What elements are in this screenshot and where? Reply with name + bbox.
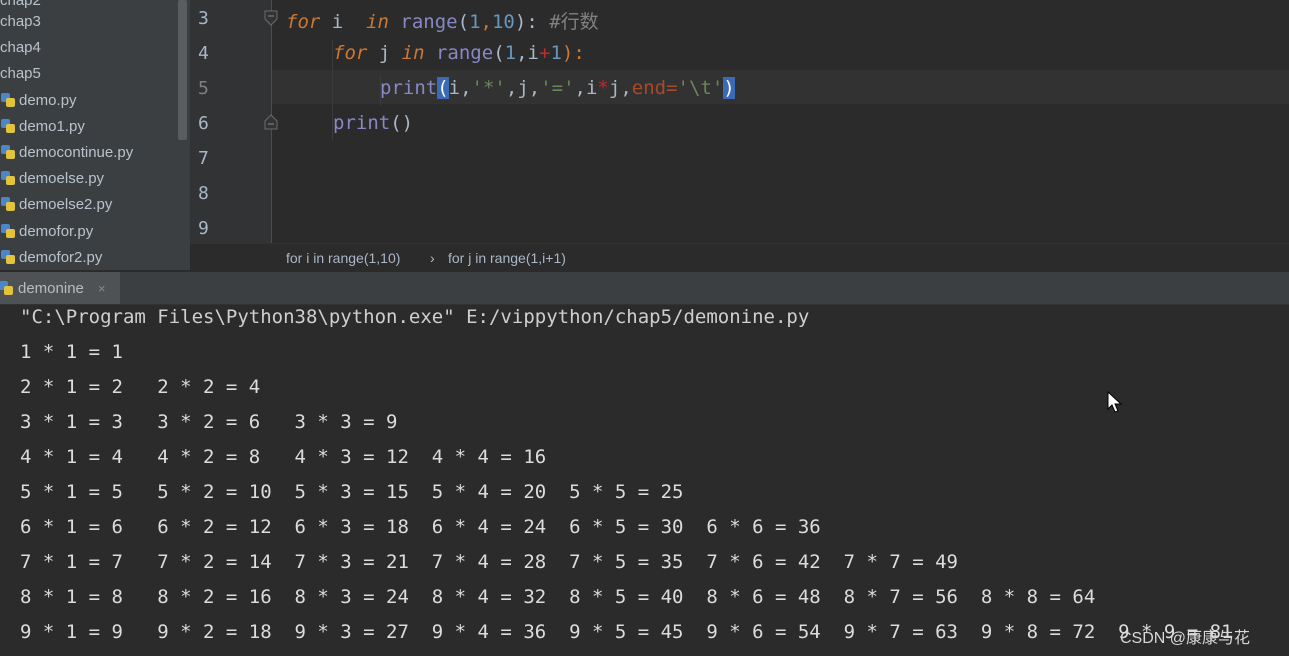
bracket-match: ): [723, 77, 735, 99]
sidebar-item-democontinue-py[interactable]: democontinue.py: [0, 139, 133, 165]
breadcrumb-item[interactable]: for j in range(1,i+1): [448, 250, 566, 266]
sidebar-item-demofor-py[interactable]: demofor.py: [0, 218, 93, 244]
sidebar-item-label: demo.py: [19, 91, 77, 109]
code-editor[interactable]: 3 4 5 6 7 8 9 for i in range(1,10): #行数 …: [190, 0, 1289, 243]
sidebar-item-chap4[interactable]: chap4: [0, 34, 41, 60]
close-icon[interactable]: ×: [98, 281, 106, 296]
python-file-icon: [0, 249, 16, 265]
line-number: 7: [198, 148, 209, 169]
breadcrumb-separator: ›: [430, 250, 435, 266]
sidebar-item-demoelse2-py[interactable]: demoelse2.py: [0, 191, 112, 217]
sidebar-item-label: chap4: [0, 38, 41, 56]
run-tab-bar: demonine ×: [0, 272, 1289, 305]
sidebar-item-label: demo1.py: [19, 117, 85, 135]
line-number: 3: [198, 8, 209, 29]
mouse-pointer-icon: [1107, 391, 1123, 413]
console-output-line: 4 * 1 = 4 4 * 2 = 8 4 * 3 = 12 4 * 4 = 1…: [20, 446, 547, 468]
sidebar-item-demoelse-py[interactable]: demoelse.py: [0, 165, 104, 191]
sidebar-item-demo1-py[interactable]: demo1.py: [0, 113, 85, 139]
sidebar-item-demo-py[interactable]: demo.py: [0, 87, 77, 113]
code-line-4: for j in range(1,i+1):: [333, 42, 585, 64]
python-file-icon: [0, 118, 16, 134]
breadcrumb-item[interactable]: for i in range(1,10): [286, 250, 400, 266]
line-number: 4: [198, 43, 209, 64]
console-output-line: 6 * 1 = 6 6 * 2 = 12 6 * 3 = 18 6 * 4 = …: [20, 516, 821, 538]
line-number: 5: [198, 78, 209, 99]
code-line-5: print(i,'*',j,'=',i*j,end='\t'): [380, 77, 735, 99]
breadcrumb: for i in range(1,10) › for j in range(1,…: [190, 243, 1289, 273]
console-output-line: 2 * 1 = 2 2 * 2 = 4: [20, 376, 261, 398]
python-file-icon: [0, 280, 14, 296]
code-line-6: print(): [333, 112, 414, 134]
python-file-icon: [0, 144, 16, 160]
sidebar-item-label: demoelse.py: [19, 169, 105, 187]
run-tab-demonine[interactable]: demonine ×: [0, 272, 120, 304]
current-line-highlight: [190, 70, 1289, 104]
sidebar-item-label: democontinue.py: [19, 143, 134, 161]
console-output-line: 3 * 1 = 3 3 * 2 = 6 3 * 3 = 9: [20, 411, 398, 433]
console-output-line: 1 * 1 = 1: [20, 341, 123, 363]
watermark: CSDN @康康与花: [1120, 630, 1251, 647]
console-output-line: 8 * 1 = 8 8 * 2 = 16 8 * 3 = 24 8 * 4 = …: [20, 586, 1096, 608]
python-file-icon: [0, 223, 16, 239]
code-line-3: for i in range(1,10): #行数: [286, 11, 599, 33]
python-file-icon: [0, 92, 16, 108]
sidebar-item-chap5[interactable]: chap5: [0, 60, 41, 86]
sidebar-item-demofor2-py[interactable]: demofor2.py: [0, 244, 102, 270]
fold-end-icon[interactable]: [263, 114, 279, 130]
sidebar-item-label: demofor2.py: [19, 248, 103, 266]
sidebar-item-label: demoelse2.py: [19, 195, 113, 213]
fold-collapse-icon[interactable]: [263, 10, 279, 26]
run-console[interactable]: "C:\Program Files\Python38\python.exe" E…: [0, 305, 1289, 656]
console-output-line: 5 * 1 = 5 5 * 2 = 10 5 * 3 = 15 5 * 4 = …: [20, 481, 684, 503]
sidebar-scrollbar[interactable]: [178, 0, 187, 140]
bracket-match: (: [437, 77, 449, 99]
line-number: 6: [198, 113, 209, 134]
console-output-line: 7 * 1 = 7 7 * 2 = 14 7 * 3 = 21 7 * 4 = …: [20, 551, 958, 573]
python-file-icon: [0, 170, 16, 186]
run-tab-label: demonine: [18, 279, 84, 297]
sidebar-item-label: demofor.py: [19, 222, 94, 240]
console-output-line: 9 * 1 = 9 9 * 2 = 18 9 * 3 = 27 9 * 4 = …: [20, 621, 1233, 643]
sidebar-item-label: chap5: [0, 64, 41, 82]
line-number: 8: [198, 183, 209, 204]
sidebar-item-label: chap3: [0, 12, 41, 30]
line-number: 9: [198, 218, 209, 239]
sidebar-item-chap3[interactable]: chap3: [0, 8, 41, 34]
python-file-icon: [0, 196, 16, 212]
console-command: "C:\Program Files\Python38\python.exe" E…: [20, 306, 810, 328]
project-tree: chap2 chap3 chap4 chap5 demo.py demo1.py…: [0, 0, 190, 270]
